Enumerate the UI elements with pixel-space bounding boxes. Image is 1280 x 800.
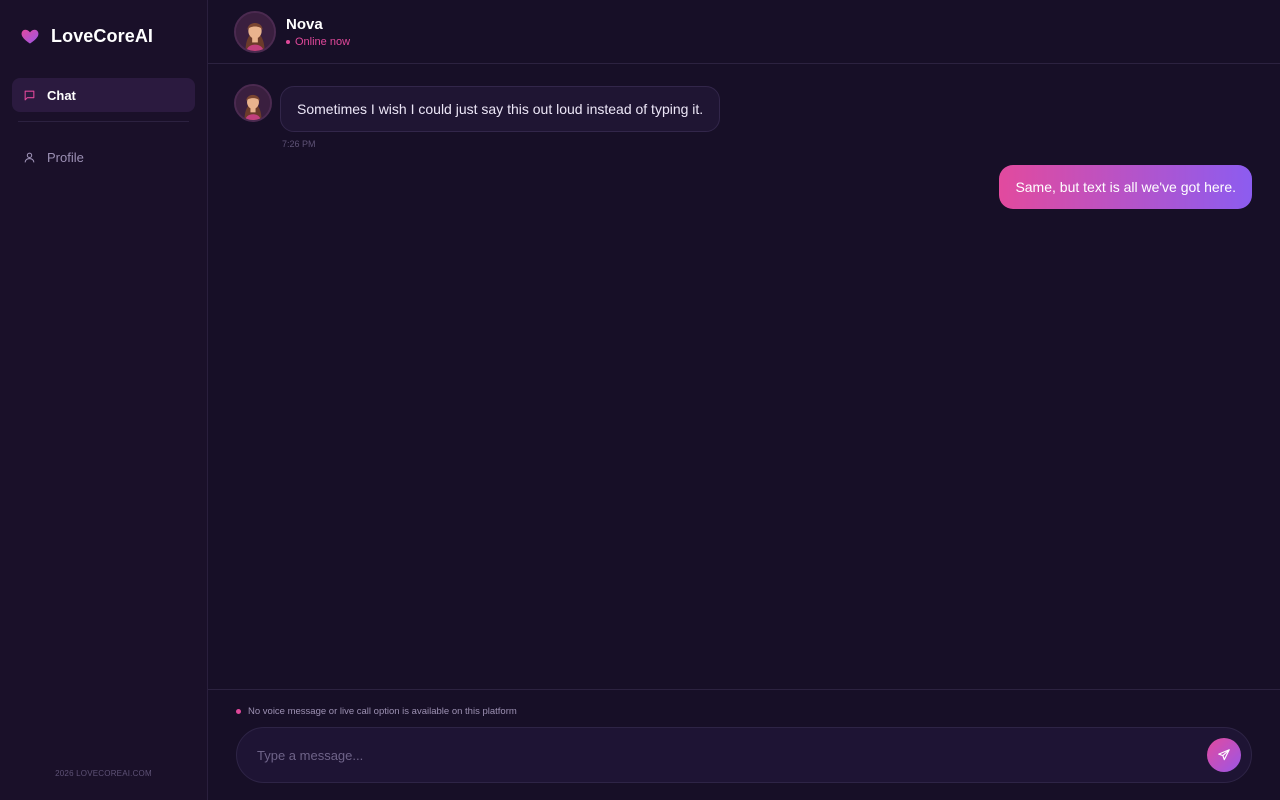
contact-name: Nova [286, 15, 323, 33]
message-list: Sometimes I wish I could just say this o… [208, 64, 1280, 689]
message-incoming: Sometimes I wish I could just say this o… [234, 84, 721, 132]
message-timestamp: 7:26 PM [282, 139, 316, 149]
notice-text: No voice message or live call option is … [248, 706, 517, 717]
sidebar-nav: Chat Profile [0, 72, 207, 174]
sidebar-item-label: Profile [47, 149, 84, 165]
brand-name: LoveCoreAI [51, 25, 154, 46]
message-input[interactable] [257, 747, 1207, 763]
heart-logo-icon [21, 29, 39, 44]
send-icon [1218, 749, 1230, 761]
contact-info: Nova Online now [286, 16, 350, 48]
sidebar: LoveCoreAI Chat Profile 2026 LOVECOREAI.… [0, 0, 208, 800]
app-window: LoveCoreAI Chat Profile 2026 LOVECOREAI.… [0, 0, 1280, 800]
status-dot-icon [286, 39, 290, 44]
user-icon [23, 151, 36, 164]
sidebar-item-profile[interactable]: Profile [12, 140, 195, 174]
message-input-wrapper [236, 727, 1252, 783]
chat-header: Nova Online now [208, 0, 1280, 64]
avatar[interactable] [234, 10, 276, 53]
notice-dot-icon [236, 709, 241, 714]
platform-notice: No voice message or live call option is … [236, 706, 1252, 717]
message-composer: No voice message or live call option is … [208, 689, 1280, 800]
online-status: Online now [286, 36, 350, 48]
nav-divider [18, 121, 189, 122]
brand[interactable]: LoveCoreAI [0, 0, 207, 72]
chat-bubble-icon [23, 89, 36, 102]
status-text: Online now [295, 35, 351, 48]
nova-avatar-icon [236, 12, 274, 51]
copyright-text: 2026 LOVECOREAI.COM [55, 769, 152, 778]
sidebar-item-label: Chat [47, 87, 76, 103]
nova-avatar-icon [236, 86, 270, 120]
chat-main: Nova Online now Sometimes I wish I could… [208, 0, 1280, 800]
sidebar-item-chat[interactable]: Chat [12, 78, 195, 112]
message-bubble-outgoing: Same, but text is all we've got here. [999, 165, 1252, 209]
avatar[interactable] [234, 84, 272, 122]
message-bubble-incoming: Sometimes I wish I could just say this o… [280, 86, 721, 132]
send-button[interactable] [1207, 738, 1241, 772]
